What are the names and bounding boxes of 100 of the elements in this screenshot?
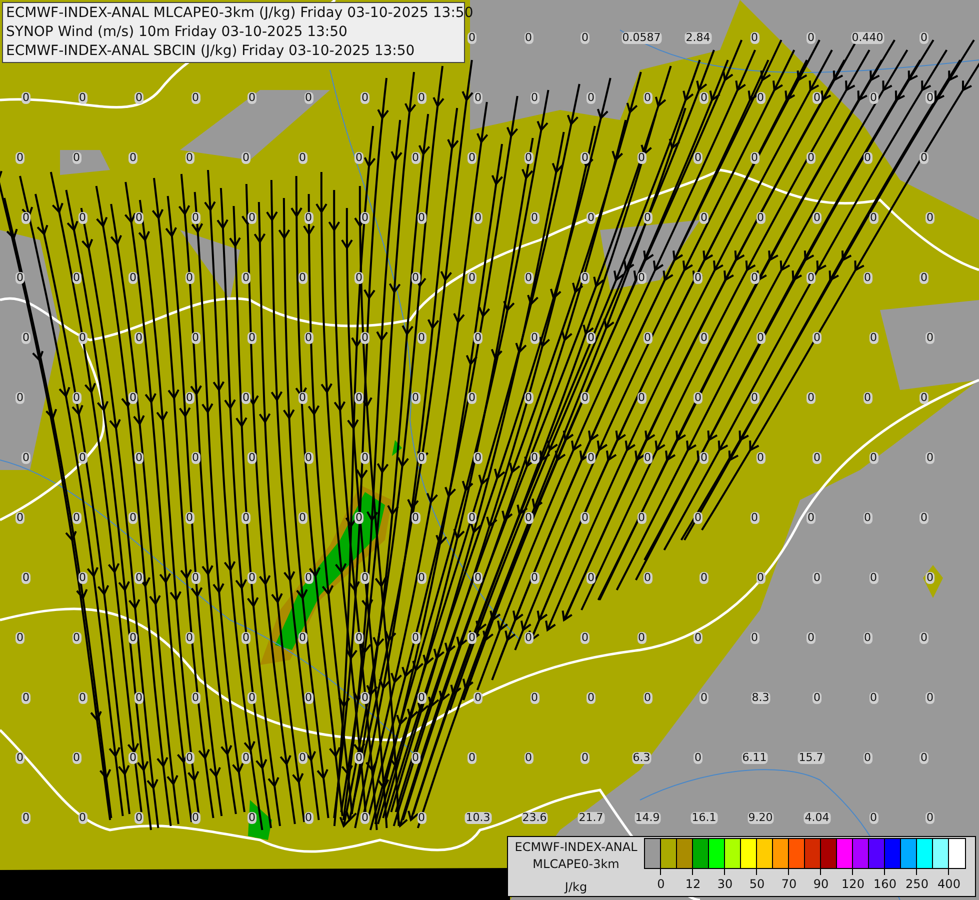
station-value: 0 <box>248 452 256 464</box>
station-value: 0 <box>812 332 822 344</box>
station-value: 0 <box>248 212 256 224</box>
station-value: 0 <box>242 392 250 404</box>
station-value: 0 <box>700 452 708 464</box>
station-value: 0 <box>22 572 30 584</box>
station-value: 0 <box>468 632 476 644</box>
station-value: 0 <box>920 272 928 284</box>
station-value: 0 <box>580 392 590 404</box>
station-value: 0 <box>812 92 822 104</box>
station-value: 0 <box>360 572 370 584</box>
station-value: 6.3 <box>632 752 652 764</box>
station-value: 10.3 <box>464 812 492 824</box>
station-value: 0 <box>354 632 364 644</box>
station-value: 0 <box>926 92 934 104</box>
station-value: 0 <box>468 272 476 284</box>
station-value: 14.9 <box>634 812 661 824</box>
station-value: 0 <box>806 632 816 644</box>
station-value: 0 <box>806 392 816 404</box>
station-value: 0 <box>360 812 370 824</box>
station-value: 0 <box>694 152 702 164</box>
station-value: 0 <box>812 572 822 584</box>
station-value: 0 <box>134 692 144 704</box>
station-value: 0 <box>812 692 822 704</box>
station-value: 0 <box>468 152 476 164</box>
station-value: 0 <box>242 272 250 284</box>
legend-tick-label: 70 <box>781 877 797 891</box>
station-value: 0 <box>694 512 702 524</box>
station-value: 0 <box>128 272 138 284</box>
station-value: 0 <box>700 692 708 704</box>
station-value: 0 <box>468 392 476 404</box>
station-value: 0 <box>22 812 30 824</box>
station-value: 0 <box>926 572 934 584</box>
station-value: 0 <box>474 92 482 104</box>
station-value: 0 <box>22 212 30 224</box>
station-value: 0 <box>580 632 590 644</box>
station-value: 0 <box>812 212 822 224</box>
station-value: 0 <box>468 752 476 764</box>
legend-tick-label: 0 <box>657 877 665 891</box>
station-value: 0 <box>468 512 476 524</box>
station-value: 0 <box>134 572 144 584</box>
station-value: 0 <box>474 332 482 344</box>
station-value: 0 <box>920 752 928 764</box>
station-value: 23.6 <box>521 812 548 824</box>
station-value: 0 <box>134 452 144 464</box>
station-value: 0 <box>354 272 364 284</box>
station-value: 0 <box>242 512 250 524</box>
station-value: 8.3 <box>750 692 770 704</box>
station-value: 0 <box>16 512 24 524</box>
legend-tick-label: 90 <box>813 877 829 891</box>
station-value: 0 <box>128 152 138 164</box>
station-value: 0 <box>580 512 590 524</box>
station-value: 0 <box>134 212 144 224</box>
station-value: 0 <box>700 92 708 104</box>
station-value: 0 <box>474 452 482 464</box>
station-value: 0 <box>128 752 138 764</box>
station-value: 0 <box>700 332 708 344</box>
station-value: 0 <box>242 752 250 764</box>
legend-tick-label: 160 <box>874 877 896 891</box>
station-value: 0 <box>806 152 816 164</box>
station-value: 0 <box>586 692 596 704</box>
station-value: 0 <box>926 692 934 704</box>
legend-tick-label: 12 <box>685 877 701 891</box>
station-value: 0 <box>242 632 250 644</box>
station-value: 0 <box>474 572 482 584</box>
station-value: 0.440 <box>850 32 884 44</box>
legend-tick-label: 400 <box>938 877 960 891</box>
station-value: 0 <box>22 332 30 344</box>
station-value: 0 <box>926 812 934 824</box>
station-value: 0 <box>248 692 256 704</box>
station-value: 4.04 <box>804 812 830 824</box>
station-value: 0 <box>694 752 702 764</box>
station-value: 2.84 <box>684 32 712 44</box>
station-value: 6.11 <box>741 752 768 764</box>
station-value: 0 <box>920 512 928 524</box>
legend-tick-label: 120 <box>842 877 864 891</box>
station-value: 0 <box>134 332 144 344</box>
station-value: 0 <box>694 272 702 284</box>
station-value: 0 <box>16 152 24 164</box>
station-value: 0 <box>248 332 256 344</box>
legend-unit: J/kg <box>564 879 588 896</box>
legend-tick-label: 250 <box>906 877 928 891</box>
station-value: 0 <box>586 212 596 224</box>
station-value: 9.20 <box>747 812 774 824</box>
station-value: 0 <box>248 92 256 104</box>
station-value: 0 <box>580 752 590 764</box>
station-value: 0 <box>22 692 30 704</box>
station-value: 0 <box>16 752 24 764</box>
station-value: 0 <box>360 332 370 344</box>
legend-title: MLCAPE0-3km <box>532 856 620 873</box>
station-value: 0 <box>360 452 370 464</box>
station-value: 0 <box>580 152 590 164</box>
station-value: 0 <box>354 392 364 404</box>
station-value: 0 <box>128 392 138 404</box>
station-value: 0 <box>806 272 816 284</box>
station-value: 0 <box>926 212 934 224</box>
station-value: 0 <box>468 32 476 44</box>
station-value: 0 <box>134 92 144 104</box>
station-value: 0 <box>700 572 708 584</box>
station-value: 0 <box>128 632 138 644</box>
